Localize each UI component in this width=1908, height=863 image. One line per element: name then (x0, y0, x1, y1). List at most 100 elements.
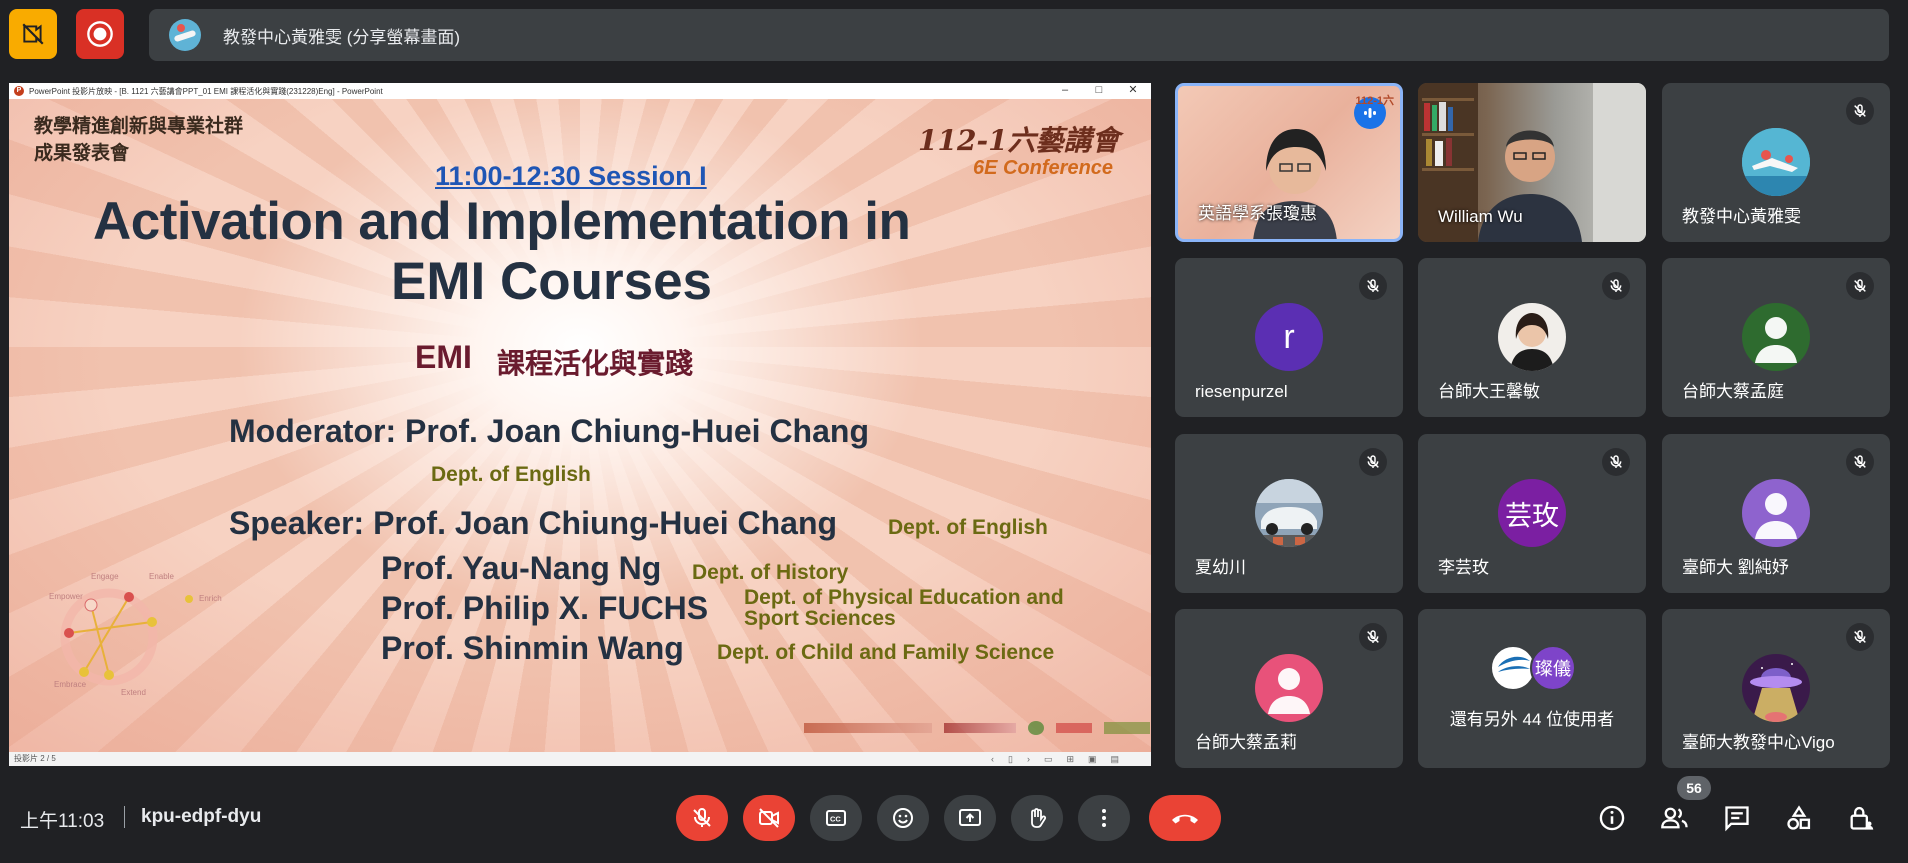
mic-off-icon (1367, 630, 1379, 643)
closed-captions-icon: CC (826, 810, 846, 826)
diagram-label-1: Enable (149, 572, 174, 581)
chat-icon (1725, 806, 1749, 832)
raise-hand-button[interactable] (1011, 795, 1063, 841)
captions-button[interactable]: CC (810, 795, 862, 841)
participant-avatar (1742, 303, 1810, 371)
school-logo (1494, 649, 1532, 687)
emoji-icon (893, 808, 913, 828)
shared-screen[interactable]: P PowerPoint 投影片放映 - [B. 1121 六藝講會PPT_01… (9, 83, 1151, 766)
diagram-label-5: Extend (121, 688, 146, 697)
meeting-details-button[interactable] (1596, 802, 1628, 834)
present-screen-icon (959, 809, 981, 826)
slide-org-line1: 教學精進創新與專業社群 (34, 115, 244, 137)
people-button[interactable] (1659, 802, 1691, 834)
slide-speaker-4-dept: Dept. of Child and Family Science (717, 641, 1055, 664)
activities-shapes-icon (1787, 805, 1811, 830)
participant-tile[interactable]: 112-1六 英語學系張瓊惠 (1175, 83, 1403, 242)
diagram-label-4: Embrace (54, 680, 87, 689)
participant-name: 臺師大 劉純妤 (1682, 558, 1789, 577)
mute-indicator (1602, 272, 1630, 300)
slide-speaker-3: Prof. Philip X. FUCHS (381, 590, 709, 626)
presenter-banner[interactable]: 教發中心黃雅雯 (分享螢幕畫面) (149, 9, 1889, 61)
profile-photo (1742, 654, 1810, 722)
microphone-button[interactable] (676, 795, 728, 841)
people-count-badge: 56 (1677, 776, 1711, 800)
sponsor-logos (804, 721, 1150, 735)
participant-tile[interactable]: William Wu (1418, 83, 1646, 242)
slide-speaker-1: Speaker: Prof. Joan Chiung-Huei Chang (229, 505, 838, 541)
reactions-button[interactable] (877, 795, 929, 841)
mic-off-icon (693, 808, 711, 827)
clock: 上午11:03 (20, 811, 105, 832)
participant-tile[interactable]: 台師大蔡孟莉 (1175, 609, 1403, 768)
lock-person-icon (1850, 806, 1874, 830)
participant-name: riesenpurzel (1195, 382, 1288, 401)
participant-tile[interactable]: 臺師大教發中心Vigo (1662, 609, 1890, 768)
participant-avatar: 芸玫 (1498, 479, 1566, 547)
participant-tile[interactable]: 台師大王馨敏 (1418, 258, 1646, 417)
logo-4 (1056, 723, 1092, 733)
slide-moderator-dept: Dept. of English (431, 463, 591, 486)
host-controls-button[interactable] (1845, 802, 1877, 834)
mic-off-icon (1610, 279, 1622, 292)
more-options-button[interactable] (1078, 795, 1130, 841)
slide-conference-title: 112-1六藝講會 (918, 124, 1120, 157)
slide-speaker-2: Prof. Yau-Nang Ng (381, 550, 662, 586)
participant-avatar (1255, 654, 1323, 722)
logo-1 (804, 723, 932, 733)
participant-tile[interactable]: 夏幼川 (1175, 434, 1403, 593)
video-hide-icon (22, 23, 44, 45)
participant-tile[interactable]: 璨儀 還有另外 44 位使用者 (1418, 609, 1646, 768)
participant-avatar (1498, 303, 1566, 371)
hide-self-view-button[interactable] (9, 9, 57, 59)
slide-counter: 投影片 2 / 5 (14, 754, 56, 763)
participant-avatar (1742, 479, 1810, 547)
slide-main-title-2: EMI Courses (391, 252, 713, 311)
mic-off-icon (1854, 630, 1866, 643)
meeting-code: kpu-edpf-dyu (141, 806, 262, 827)
person-icon (1742, 479, 1810, 547)
participant-tile[interactable]: r riesenpurzel (1175, 258, 1403, 417)
person-icon (1742, 303, 1810, 371)
logo-2 (944, 723, 1016, 733)
presenter-avatar (169, 19, 201, 51)
slide-speaker-1-dept: Dept. of English (888, 516, 1048, 539)
record-icon (87, 21, 113, 47)
present-button[interactable] (944, 795, 996, 841)
slide-speaker-3-dept-line2: Sport Sciences (744, 607, 896, 630)
participant-name: 教發中心黃雅雯 (1682, 207, 1801, 226)
chat-button[interactable] (1721, 802, 1753, 834)
minimize-icon[interactable]: – (1047, 83, 1083, 99)
maximize-icon[interactable]: □ (1081, 83, 1117, 99)
camera-off-icon (759, 808, 779, 828)
slide-speaker-3-dept: Dept. of Physical Education and Sport Sc… (744, 587, 1064, 629)
info-icon (1599, 805, 1625, 831)
divider (124, 806, 125, 828)
close-icon[interactable]: ✕ (1115, 83, 1151, 99)
leave-call-button[interactable] (1149, 795, 1221, 841)
diagram-label-2: Enrich (199, 594, 222, 603)
participant-name: William Wu (1438, 207, 1523, 226)
presenter-text: 教發中心黃雅雯 (分享螢幕畫面) (223, 27, 461, 47)
others-avatar-2: 璨儀 (1530, 645, 1576, 691)
participant-name: 臺師大教發中心Vigo (1682, 733, 1835, 752)
slide-speaker-2-dept: Dept. of History (692, 561, 849, 584)
participant-tile[interactable]: 台師大蔡孟庭 (1662, 258, 1890, 417)
mic-off-icon (1367, 279, 1379, 292)
slide-session: 11:00-12:30 Session I (435, 161, 707, 191)
slide-moderator: Moderator: Prof. Joan Chiung-Huei Chang (229, 413, 869, 449)
view-controls[interactable]: ‹▯›▭⊞▣▤ (991, 752, 1133, 766)
mute-indicator (1359, 272, 1387, 300)
recording-button[interactable] (76, 9, 124, 59)
participant-tile[interactable]: 芸玫 李芸玫 (1418, 434, 1646, 593)
powerpoint-titlebar: P PowerPoint 投影片放映 - [B. 1121 六藝講會PPT_01… (9, 83, 1151, 99)
diagram-label-3: Empower (49, 592, 83, 601)
hang-up-icon (1172, 814, 1198, 824)
participant-tile[interactable]: 臺師大 劉純妤 (1662, 434, 1890, 593)
avatar-image (1742, 128, 1810, 196)
mic-off-icon (1854, 104, 1866, 117)
participant-tile[interactable]: 教發中心黃雅雯 (1662, 83, 1890, 242)
activities-button[interactable] (1783, 802, 1815, 834)
camera-button[interactable] (743, 795, 795, 841)
person-icon (1255, 654, 1323, 722)
